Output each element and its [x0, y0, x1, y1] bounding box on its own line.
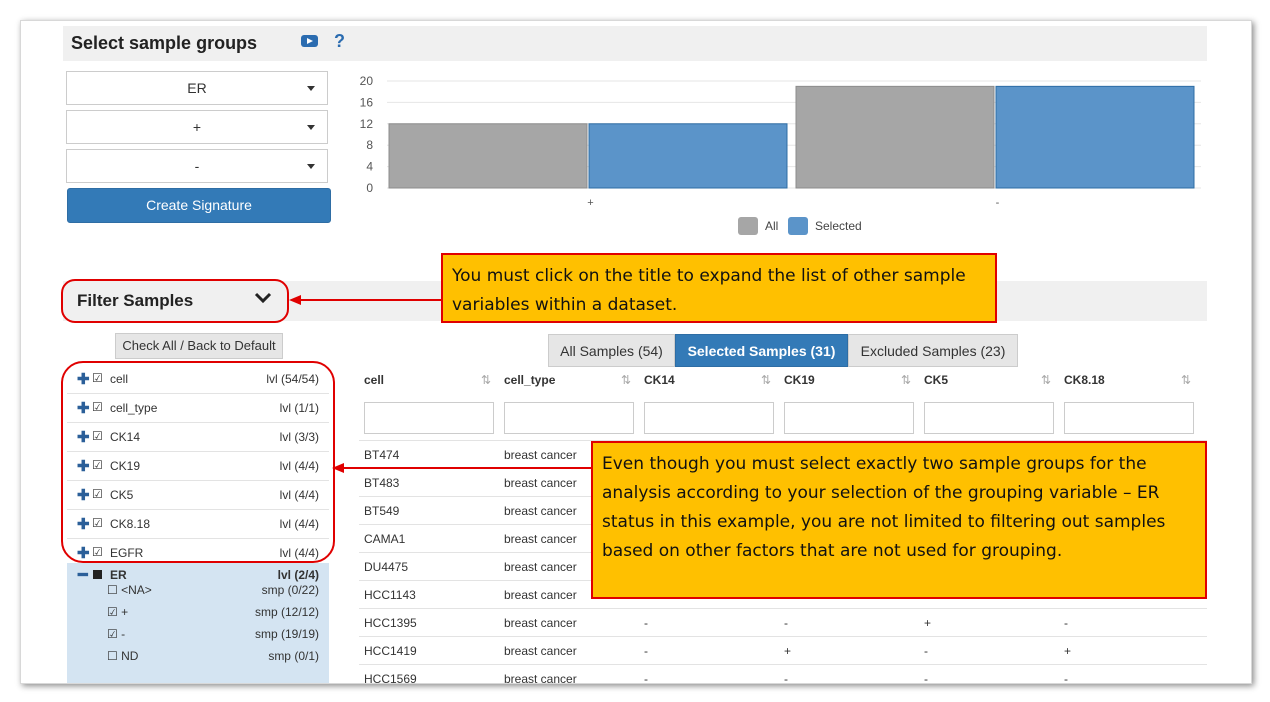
- callout-arrows: [289, 295, 591, 473]
- screenshot-frame: Select sample groups ? ER + - Create Sig…: [20, 20, 1252, 684]
